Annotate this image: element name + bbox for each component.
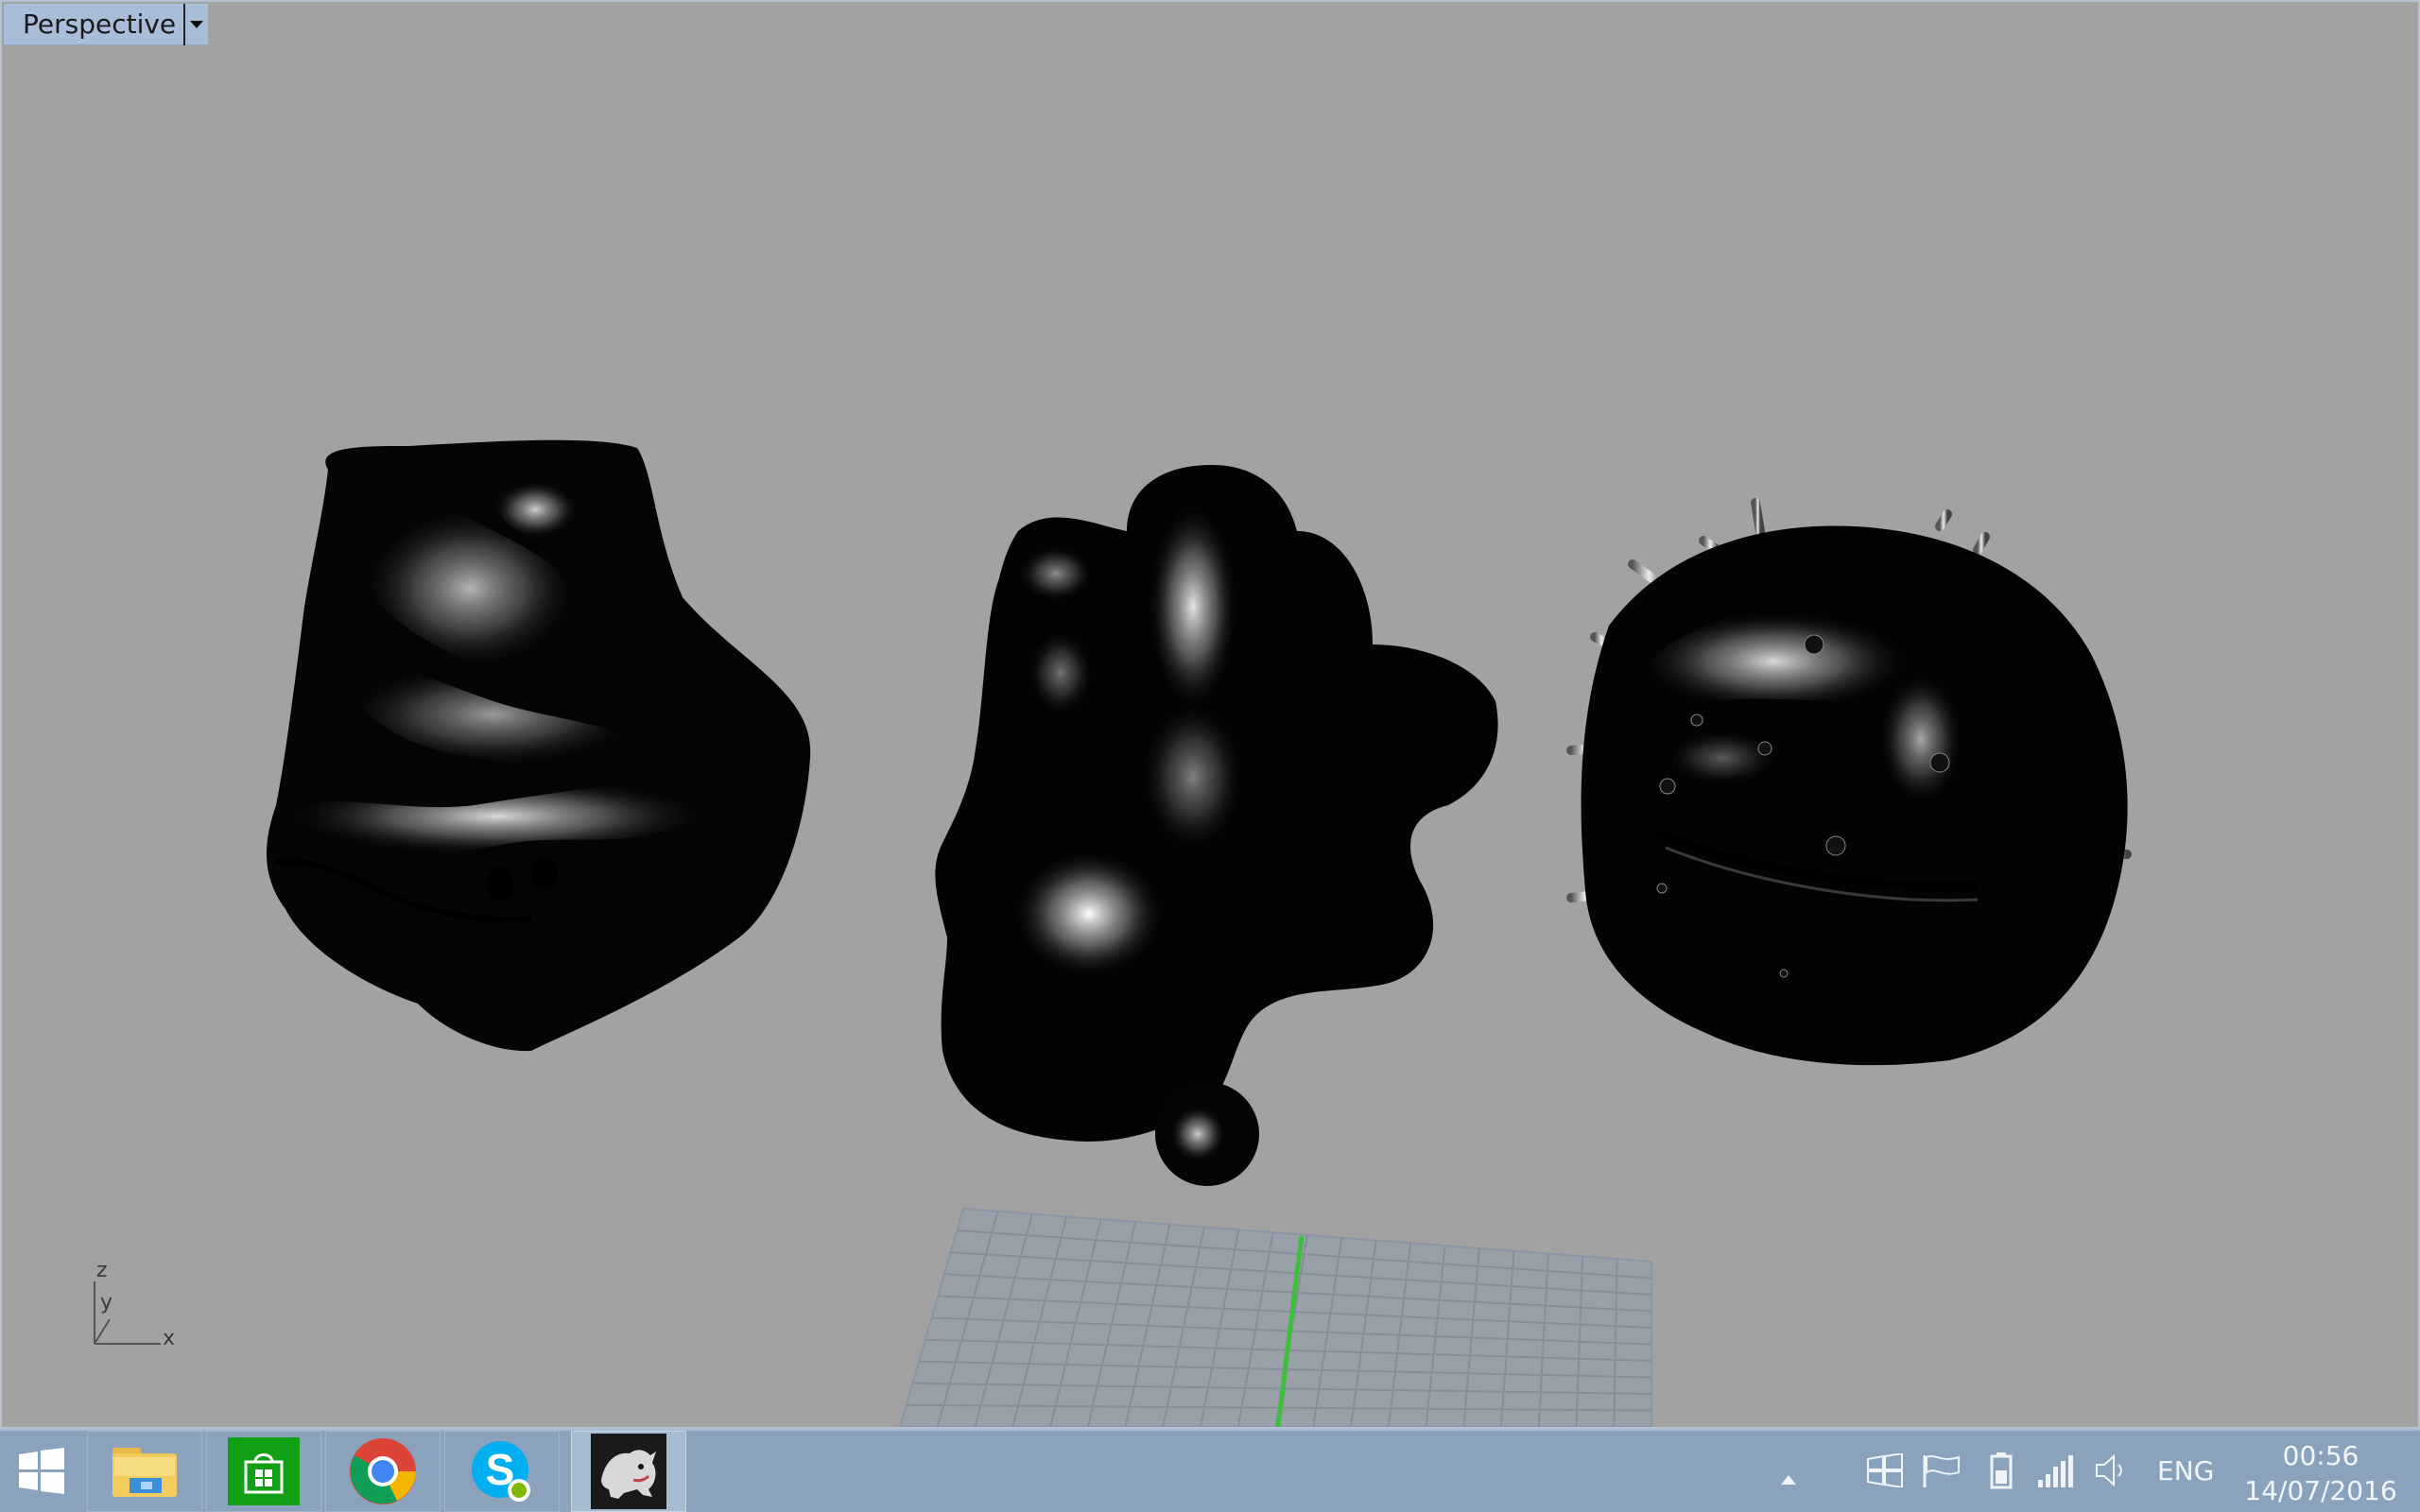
start-button[interactable] (0, 1431, 83, 1512)
windows-logo-icon (19, 1448, 64, 1494)
rhino-icon (601, 1450, 656, 1499)
scene-canvas[interactable] (2, 2, 2418, 1427)
construction-grid (898, 1207, 1652, 1427)
chrome-button[interactable] (325, 1431, 441, 1512)
clock-time: 00:56 (2282, 1440, 2360, 1471)
chrome-icon (350, 1438, 416, 1504)
rhino-tile (591, 1434, 666, 1509)
axis-y-label: y (100, 1291, 113, 1314)
taskbar: S ENG 00:56 14/07/2016 (0, 1429, 2420, 1512)
middle-blob-object (935, 465, 1498, 1186)
axis-z-label: z (96, 1259, 108, 1282)
clock-date: 14/07/2016 (2244, 1475, 2397, 1506)
skype-button[interactable]: S (444, 1431, 560, 1512)
store-button[interactable] (206, 1431, 321, 1512)
rhino-button[interactable] (571, 1431, 686, 1512)
store-bag-icon (244, 1453, 284, 1494)
input-language-indicator[interactable]: ENG (2157, 1455, 2214, 1486)
file-explorer-button[interactable] (87, 1431, 202, 1512)
show-hidden-icons-icon[interactable] (1779, 1461, 1798, 1499)
flag-icon[interactable] (1921, 1452, 1962, 1489)
axis-indicator: z y x (81, 1259, 195, 1353)
skype-icon: S (472, 1441, 530, 1502)
perspective-viewport[interactable]: Perspective z y x (0, 0, 2420, 1429)
viewport-title[interactable]: Perspective (4, 9, 183, 40)
store-tile (228, 1437, 300, 1505)
right-spiky-ball-object (1566, 498, 2132, 1066)
action-center-windows-icon[interactable] (1866, 1452, 1904, 1489)
viewport-menu-dropdown-icon[interactable] (183, 3, 208, 45)
folder-icon (112, 1448, 177, 1497)
viewport-tab[interactable]: Perspective (4, 3, 208, 45)
battery-icon[interactable] (1989, 1452, 2014, 1489)
system-clock[interactable]: 00:56 14/07/2016 (2231, 1440, 2411, 1510)
axis-x-label: x (163, 1327, 176, 1350)
left-rock-object (267, 439, 811, 1052)
network-signal-icon[interactable] (2036, 1452, 2074, 1489)
volume-icon[interactable] (2093, 1452, 2131, 1489)
